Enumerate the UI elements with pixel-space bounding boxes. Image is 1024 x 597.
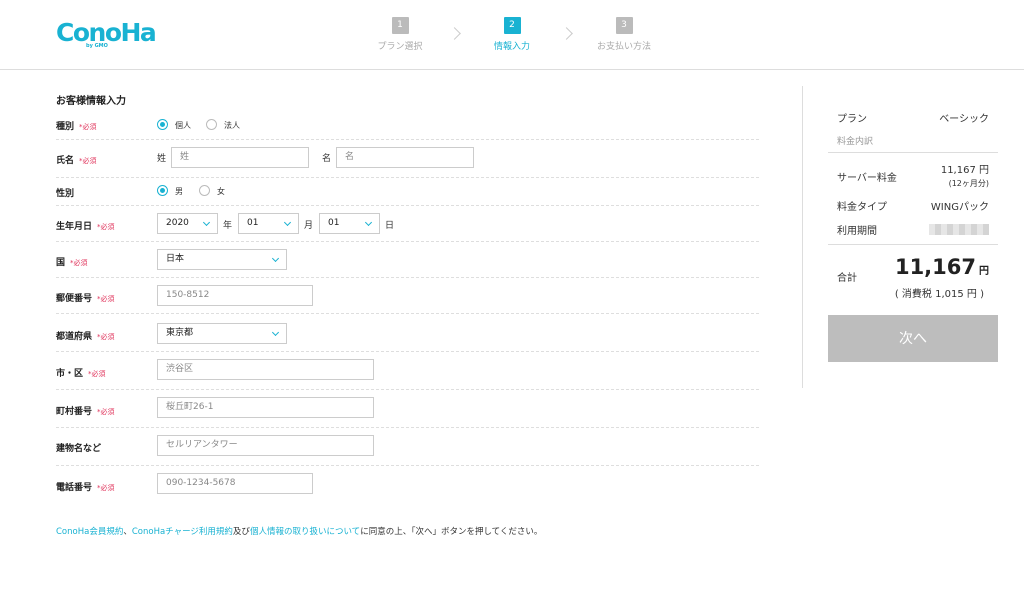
postal-label: 郵便番号 *必須 <box>56 294 115 304</box>
step-plan-selection: 1 プラン選択 <box>360 17 440 52</box>
last-name-input[interactable]: 姓 <box>171 147 309 168</box>
step-number: 3 <box>615 17 633 34</box>
header: ConoHa by GMO 1 プラン選択 2 情報入力 3 お支払い方法 <box>0 0 1024 70</box>
gender-male-label: 男 <box>175 187 183 196</box>
last-name-label: 姓 <box>157 154 167 164</box>
type-label: 種別 *必須 <box>56 122 97 132</box>
member-terms-link[interactable]: ConoHa会員規約 <box>56 527 123 537</box>
charge-terms-link[interactable]: ConoHaチャージ利用規約 <box>132 527 233 537</box>
summary-period: 利用期間 <box>828 222 998 238</box>
type-corporate-radio[interactable] <box>206 119 217 130</box>
summary-divider <box>828 152 998 153</box>
country-label: 国 *必須 <box>56 258 88 268</box>
chevron-down-icon <box>271 328 280 337</box>
birth-day-select[interactable]: 01 <box>319 213 380 234</box>
fee-type-value: WINGパック <box>930 202 989 213</box>
tax-note: ( 消費税 1,015 円 ) <box>894 289 984 300</box>
chevron-down-icon <box>283 218 292 227</box>
total-value: 11,167 円 <box>894 255 989 279</box>
step-number: 1 <box>391 17 409 34</box>
building-input[interactable]: セルリアンタワー <box>157 435 374 456</box>
city-input[interactable]: 渋谷区 <box>157 359 374 380</box>
summary-total: 合計 11,167 円 ( 消費税 1,015 円 ) <box>828 255 998 305</box>
building-row: 建物名など セルリアンタワー <box>56 428 759 466</box>
server-fee-value: 11,167 円 <box>940 165 989 176</box>
gender-male-radio[interactable] <box>157 185 168 196</box>
city-label: 市・区 *必須 <box>56 369 106 379</box>
birth-month-select[interactable]: 01 <box>238 213 299 234</box>
prefecture-label: 都道府県 *必須 <box>56 332 115 342</box>
chevron-down-icon <box>271 254 280 263</box>
terms-text: に同意の上、「次へ」ボタンを押してください。 <box>360 527 543 537</box>
first-name-label: 名 <box>322 154 332 164</box>
country-select[interactable]: 日本 <box>157 249 287 270</box>
sidebar-divider <box>802 86 803 388</box>
first-name-input[interactable]: 名 <box>336 147 474 168</box>
town-number-input[interactable]: 桜丘町26-1 <box>157 397 374 418</box>
privacy-policy-link[interactable]: 個人情報の取り扱いについて <box>250 527 360 537</box>
city-row: 市・区 *必須 渋谷区 <box>56 352 759 390</box>
chevron-down-icon <box>202 218 211 227</box>
day-unit: 日 <box>385 221 395 231</box>
server-fee-label: サーバー料金 <box>837 173 897 184</box>
summary-plan: プラン ベーシック <box>828 110 998 130</box>
progress-steps: 1 プラン選択 2 情報入力 3 お支払い方法 <box>0 17 1024 57</box>
plan-label: プラン <box>837 114 867 125</box>
period-value-redacted <box>929 224 989 235</box>
fee-type-label: 料金タイプ <box>837 202 887 213</box>
postal-row: 郵便番号 *必須 150-8512 <box>56 278 759 314</box>
server-fee-note: (12ヶ月分) <box>948 179 989 188</box>
building-label: 建物名など <box>56 444 102 454</box>
step-label: プラン選択 <box>377 42 423 52</box>
summary-breakdown: 料金内訳 <box>828 134 998 150</box>
step-label: お支払い方法 <box>596 42 651 52</box>
birthdate-label: 生年月日 *必須 <box>56 222 115 232</box>
phone-input[interactable]: 090-1234-5678 <box>157 473 313 494</box>
period-label: 利用期間 <box>837 226 877 237</box>
step-info-input: 2 情報入力 <box>472 17 552 52</box>
total-label: 合計 <box>837 273 857 284</box>
birth-year-select[interactable]: 2020 <box>157 213 218 234</box>
prefecture-select[interactable]: 東京都 <box>157 323 287 344</box>
gender-female-label: 女 <box>217 187 225 196</box>
country-row: 国 *必須 日本 <box>56 242 759 278</box>
terms-notice: ConoHa会員規約、ConoHaチャージ利用規約及び個人情報の取り扱いについて… <box>56 527 543 537</box>
step-payment-method: 3 お支払い方法 <box>584 17 664 52</box>
birthdate-row: 生年月日 *必須 2020 年 01 月 01 日 <box>56 206 759 242</box>
year-unit: 年 <box>223 221 233 231</box>
prefecture-row: 都道府県 *必須 東京都 <box>56 314 759 352</box>
name-row: 氏名 *必須 姓 姓 名 名 <box>56 140 759 178</box>
chevron-right-icon <box>560 27 573 40</box>
summary-server-fee: サーバー料金 11,167 円 (12ヶ月分) <box>828 160 998 190</box>
summary-divider <box>828 244 998 245</box>
type-individual-label: 個人 <box>175 121 191 130</box>
phone-label: 電話番号 *必須 <box>56 483 115 493</box>
gender-label: 性別 <box>56 189 75 199</box>
town-row: 町村番号 *必須 桜丘町26-1 <box>56 390 759 428</box>
type-row: 種別 *必須 個人 法人 <box>56 112 759 140</box>
town-label: 町村番号 *必須 <box>56 407 115 417</box>
postal-code-input[interactable]: 150-8512 <box>157 285 313 306</box>
type-individual-radio[interactable] <box>157 119 168 130</box>
gender-row: 性別 男 女 <box>56 178 759 206</box>
type-corporate-label: 法人 <box>224 121 240 130</box>
gender-female-radio[interactable] <box>199 185 210 196</box>
step-number: 2 <box>503 17 521 34</box>
chevron-down-icon <box>364 218 373 227</box>
name-label: 氏名 *必須 <box>56 156 97 166</box>
breakdown-label: 料金内訳 <box>837 137 874 147</box>
summary-fee-type: 料金タイプ WINGパック <box>828 198 998 214</box>
month-unit: 月 <box>304 221 314 231</box>
plan-value: ベーシック <box>939 114 989 125</box>
phone-row: 電話番号 *必須 090-1234-5678 <box>56 466 759 502</box>
form-title: お客様情報入力 <box>56 96 126 107</box>
step-label: 情報入力 <box>493 42 530 52</box>
next-button[interactable]: 次へ <box>828 315 998 362</box>
chevron-right-icon <box>448 27 461 40</box>
